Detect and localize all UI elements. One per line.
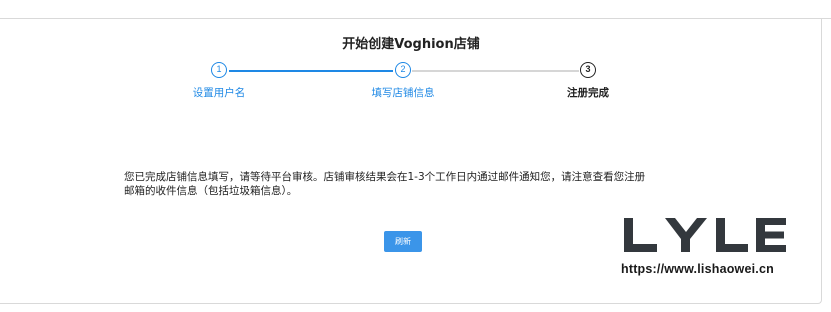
review-notice-line-1: 您已完成店铺信息填写，请等待平台审核。店铺审核结果会在1-3个工作日内通过邮件通…: [124, 171, 646, 183]
page-title: 开始创建Voghion店铺: [342, 37, 480, 52]
watermark-url: https://www.lishaowei.cn: [621, 262, 774, 276]
step-1-circle: 1: [211, 62, 227, 78]
step-1-label: 设置用户名: [192, 87, 246, 99]
step-2-circle: 2: [395, 62, 411, 78]
step-2-label: 填写店铺信息: [371, 87, 435, 99]
step-3-circle: 3: [580, 62, 596, 78]
lyle-logo: [624, 218, 786, 252]
step-connector-completed: [229, 70, 393, 72]
step-3-label: 注册完成: [567, 87, 609, 99]
review-notice: 您已完成店铺信息填写，请等待平台审核。店铺审核结果会在1-3个工作日内通过邮件通…: [124, 170, 684, 198]
refresh-button[interactable]: 刷新: [384, 231, 422, 252]
page-frame: 开始创建Voghion店铺 1 2 3 设置用户名 填写店铺信息 注册完成 您已…: [0, 0, 831, 312]
review-notice-line-2: 邮箱的收件信息（包括垃圾箱信息）。: [124, 185, 298, 197]
step-connector-final: [412, 70, 579, 72]
top-edge-divider: [0, 0, 831, 19]
